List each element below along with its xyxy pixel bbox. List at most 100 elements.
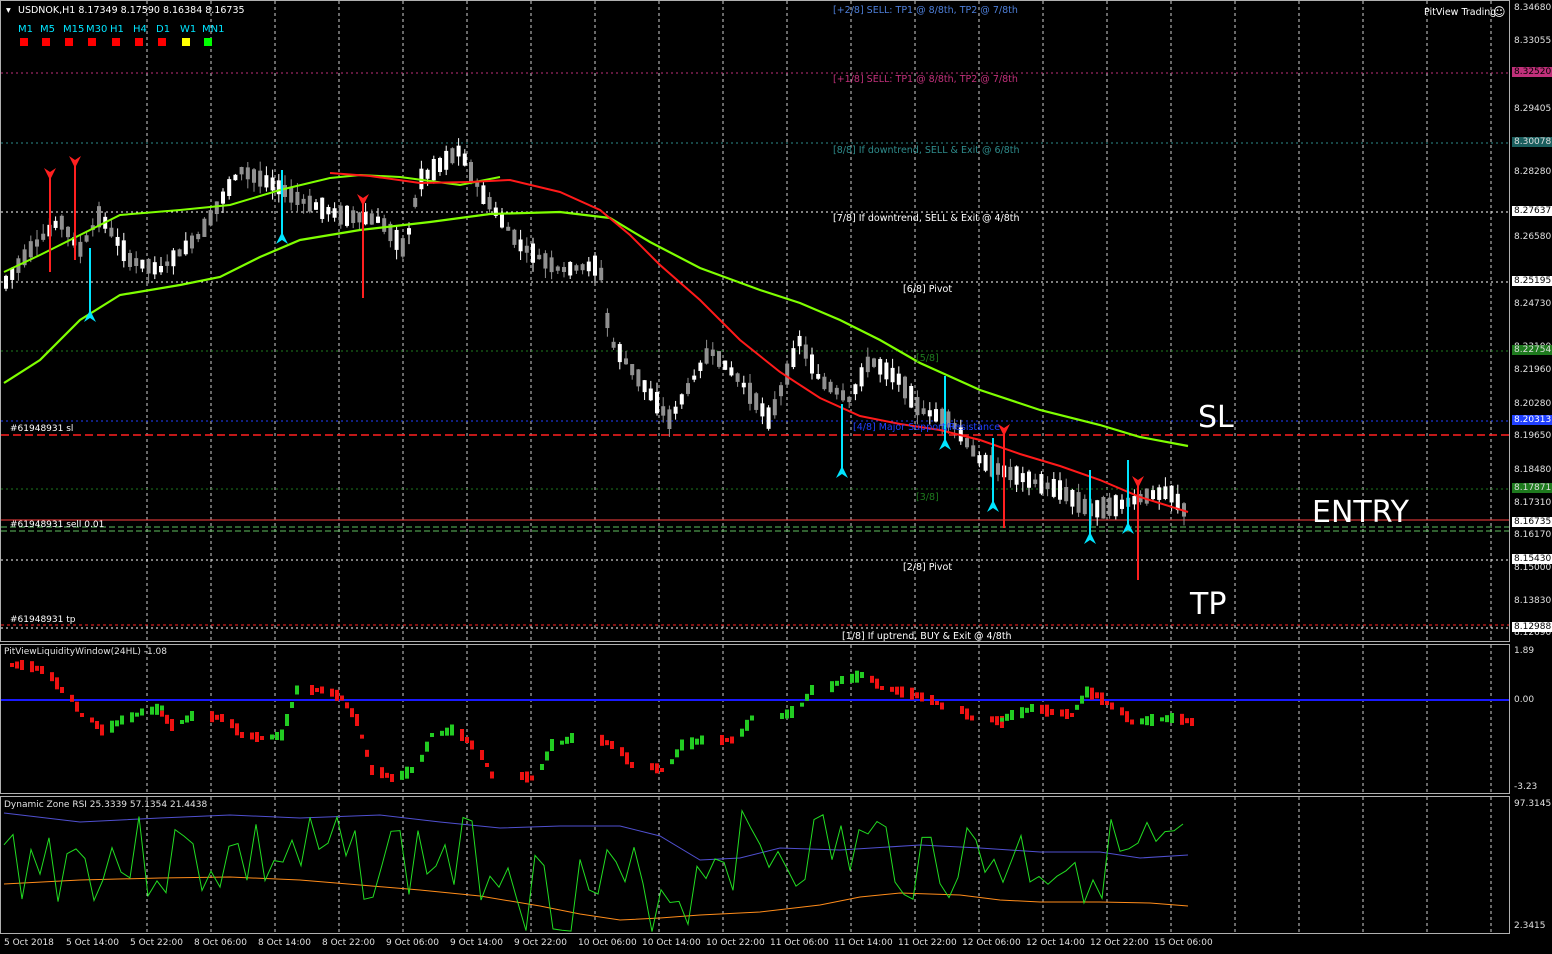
candle-body (270, 177, 275, 191)
liquidity-bar (1040, 704, 1044, 714)
buy-arrow-icon (836, 466, 848, 478)
candle-body (859, 367, 864, 387)
liquidity-bar (90, 717, 94, 723)
price-axis[interactable]: 8.346808.330558.312308.294058.282808.265… (1510, 0, 1552, 642)
liquidity-bar (830, 681, 834, 693)
liquidity-bar (805, 693, 809, 701)
candle-body (586, 261, 591, 272)
timeframe-status-w1 (182, 38, 190, 46)
liquidity-bar (545, 751, 549, 761)
timeframe-button-m1[interactable]: M1 (18, 24, 33, 35)
candle-body (320, 197, 325, 219)
liquidity-bar (860, 672, 864, 678)
liquidity-bar (695, 738, 699, 745)
timeframe-button-m30[interactable]: M30 (86, 24, 107, 35)
liquidity-bar (960, 706, 964, 714)
liquidity-bar (540, 764, 544, 770)
liquidity-bar (1160, 717, 1164, 722)
liquidity-bar (995, 716, 999, 726)
candle-body (258, 170, 263, 187)
candle-body (537, 254, 542, 260)
liquidity-bar (800, 702, 804, 707)
time-tick: 10 Oct 14:00 (642, 938, 701, 948)
liquidity-bar (295, 685, 299, 695)
candle-body (791, 348, 796, 368)
candle-body (109, 227, 114, 237)
timeframe-button-w1[interactable]: W1 (180, 24, 196, 35)
liquidity-bar (740, 728, 744, 737)
liquidity-bar (390, 774, 394, 782)
timeframe-button-h1[interactable]: H1 (110, 24, 124, 35)
liquidity-bar (625, 752, 629, 765)
order-entry-label[interactable]: #61948931 sell 0.01 (10, 520, 104, 530)
candle-body (847, 396, 852, 403)
candle-body (165, 261, 170, 266)
liquidity-bar (440, 730, 444, 736)
time-tick: 11 Oct 22:00 (898, 938, 957, 948)
order-tp-label[interactable]: #61948931 tp (10, 615, 75, 625)
time-tick: 10 Oct 06:00 (578, 938, 637, 948)
order-sl-label[interactable]: #61948931 sl (10, 424, 73, 434)
candle-body (741, 382, 746, 388)
timeframe-status-d1 (158, 38, 166, 46)
liquidity-bar (1140, 718, 1144, 725)
liquidity-bar (355, 714, 359, 726)
timeframe-button-h4[interactable]: H4 (133, 24, 147, 35)
candle-body (146, 258, 151, 274)
liquidity-bar (930, 695, 934, 705)
liquidity-bar (565, 736, 569, 744)
liquidity-bar (410, 767, 414, 773)
candle-body (692, 375, 697, 380)
price-tick: 8.24730 (1514, 299, 1552, 309)
liquidity-bar (1125, 711, 1129, 723)
entry-annotation: ENTRY (1312, 495, 1409, 530)
timeframe-button-d1[interactable]: D1 (156, 24, 170, 35)
liquidity-bar (1090, 687, 1094, 700)
liquidity-bar (965, 708, 969, 720)
liquidity-bar (430, 733, 434, 737)
candle-body (283, 185, 287, 197)
timeframe-button-m15[interactable]: M15 (63, 24, 84, 35)
candle-body (1064, 487, 1069, 502)
buy-arrow-icon (1084, 532, 1096, 544)
candle-body (865, 356, 870, 373)
candle-body (822, 376, 827, 390)
smiley-icon[interactable]: ☺ (1493, 5, 1506, 19)
liquidity-bar (550, 739, 554, 751)
candle-body (611, 341, 616, 348)
candle-body (512, 229, 517, 245)
candle-body (332, 208, 337, 218)
price-tick: 8.21960 (1514, 365, 1552, 375)
liquidity-bar (365, 749, 369, 757)
level-plus2-label: [+2/8] SELL: TP1 @ 8/8th, TP2 @ 7/8th (833, 5, 1018, 16)
price-tag: 8.20313 (1512, 415, 1552, 425)
candle-body (1101, 496, 1106, 519)
candle-body (673, 406, 678, 414)
candle-body (1020, 473, 1025, 483)
timeframe-button-mn1[interactable]: MN1 (202, 24, 224, 35)
candle-body (413, 197, 418, 207)
liquidity-bar (190, 711, 194, 721)
price-tag: 8.12988 (1512, 622, 1552, 632)
liquidity-bar (990, 716, 994, 723)
chart-menu-icon[interactable]: ▾ (6, 5, 11, 16)
level-8-label: [8/8] If downtrend, SELL & Exit @ 6/8th (833, 145, 1020, 156)
liquidity-bar (270, 734, 274, 740)
candle-body (1070, 489, 1075, 507)
liquidity-bar (20, 660, 24, 670)
time-tick: 8 Oct 14:00 (258, 938, 311, 948)
candle-body (580, 264, 585, 271)
candle-body (648, 388, 653, 401)
candle-body (1027, 471, 1031, 488)
candle-body (239, 167, 244, 175)
liquidity-bar (120, 715, 124, 725)
candle-body (1014, 466, 1019, 485)
liquidity-bar (1005, 713, 1009, 721)
timeframe-button-m5[interactable]: M5 (40, 24, 55, 35)
liquidity-bar (275, 732, 279, 740)
candle-body (115, 236, 120, 246)
candle-body (909, 386, 914, 408)
liquidity-bar (60, 687, 64, 693)
liquidity-bar (835, 680, 839, 686)
candle-body (382, 218, 387, 232)
